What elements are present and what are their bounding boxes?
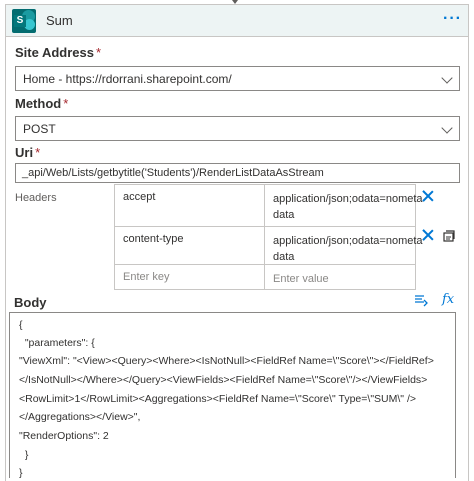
method-value: POST — [23, 122, 56, 136]
code-line: "ViewXml": "<View><Query><Where><IsNotNu… — [19, 355, 434, 367]
more-options-button[interactable]: ··· — [443, 9, 462, 29]
headers-table: accept application/json;odata=nometa dat… — [114, 184, 423, 290]
chevron-down-icon — [441, 122, 453, 134]
header-key-input[interactable]: content-type — [115, 227, 265, 264]
headers-label: Headers — [15, 192, 57, 204]
format-expression-icon[interactable] — [414, 294, 429, 308]
sharepoint-icon: S — [12, 9, 36, 33]
card-header[interactable]: S Sum ··· — [6, 5, 468, 37]
header-row: content-type application/json;odata=nome… — [115, 227, 423, 265]
header-key-placeholder[interactable]: Enter key — [115, 265, 265, 289]
delete-header-icon[interactable] — [422, 229, 434, 241]
code-line: "parameters": { — [19, 337, 95, 349]
site-address-label: Site Address * — [15, 45, 101, 60]
header-value-input[interactable]: application/json;odata=nometa data — [265, 185, 423, 226]
required-marker: * — [35, 145, 41, 160]
code-line: </IsNotNull></Where></Query><ViewFields>… — [19, 374, 428, 386]
uri-input[interactable]: _api/Web/Lists/getbytitle('Students')/Re… — [15, 163, 460, 183]
code-line: </Aggregations></View>", — [19, 411, 141, 423]
chevron-down-icon — [441, 72, 453, 84]
uri-label: Uri * — [15, 145, 40, 160]
header-value-line: data — [273, 209, 295, 221]
body-label: Body — [14, 295, 47, 310]
header-value-line: data — [273, 251, 295, 263]
site-address-value: Home - https://rdorrani.sharepoint.com/ — [23, 72, 232, 86]
header-value-line: application/json;odata=nometa — [273, 193, 423, 205]
header-key-input[interactable]: accept — [115, 185, 265, 226]
insert-expression-icon[interactable]: fx — [442, 292, 454, 307]
method-label: Method * — [15, 96, 68, 111]
method-label-text: Method — [15, 96, 62, 111]
switch-to-text-mode-icon[interactable] — [442, 229, 456, 243]
required-marker: * — [63, 96, 69, 111]
code-line: "RenderOptions": 2 — [19, 430, 109, 442]
code-line: { — [19, 319, 23, 331]
header-value-line: application/json;odata=nometa — [273, 235, 423, 247]
uri-value: _api/Web/Lists/getbytitle('Students')/Re… — [22, 167, 324, 179]
header-value-input[interactable]: application/json;odata=nometa data — [265, 227, 423, 264]
header-row: accept application/json;odata=nometa dat… — [115, 185, 423, 227]
method-dropdown[interactable]: POST — [15, 116, 460, 141]
header-value-placeholder[interactable]: Enter value — [265, 265, 415, 289]
uri-label-text: Uri — [15, 145, 34, 160]
site-address-dropdown[interactable]: Home - https://rdorrani.sharepoint.com/ — [15, 66, 460, 91]
site-address-label-text: Site Address — [15, 45, 94, 60]
delete-header-icon[interactable] — [422, 190, 434, 202]
code-line: } — [19, 449, 29, 461]
code-line: <RowLimit>1</RowLimit><Aggregations><Fie… — [19, 393, 416, 405]
header-row-empty: Enter key Enter value — [115, 265, 415, 289]
body-editor[interactable]: { "parameters": { "ViewXml": "<View><Que… — [9, 312, 456, 479]
required-marker: * — [96, 45, 102, 60]
code-line: } — [19, 467, 23, 479]
action-title[interactable]: Sum — [46, 13, 73, 28]
